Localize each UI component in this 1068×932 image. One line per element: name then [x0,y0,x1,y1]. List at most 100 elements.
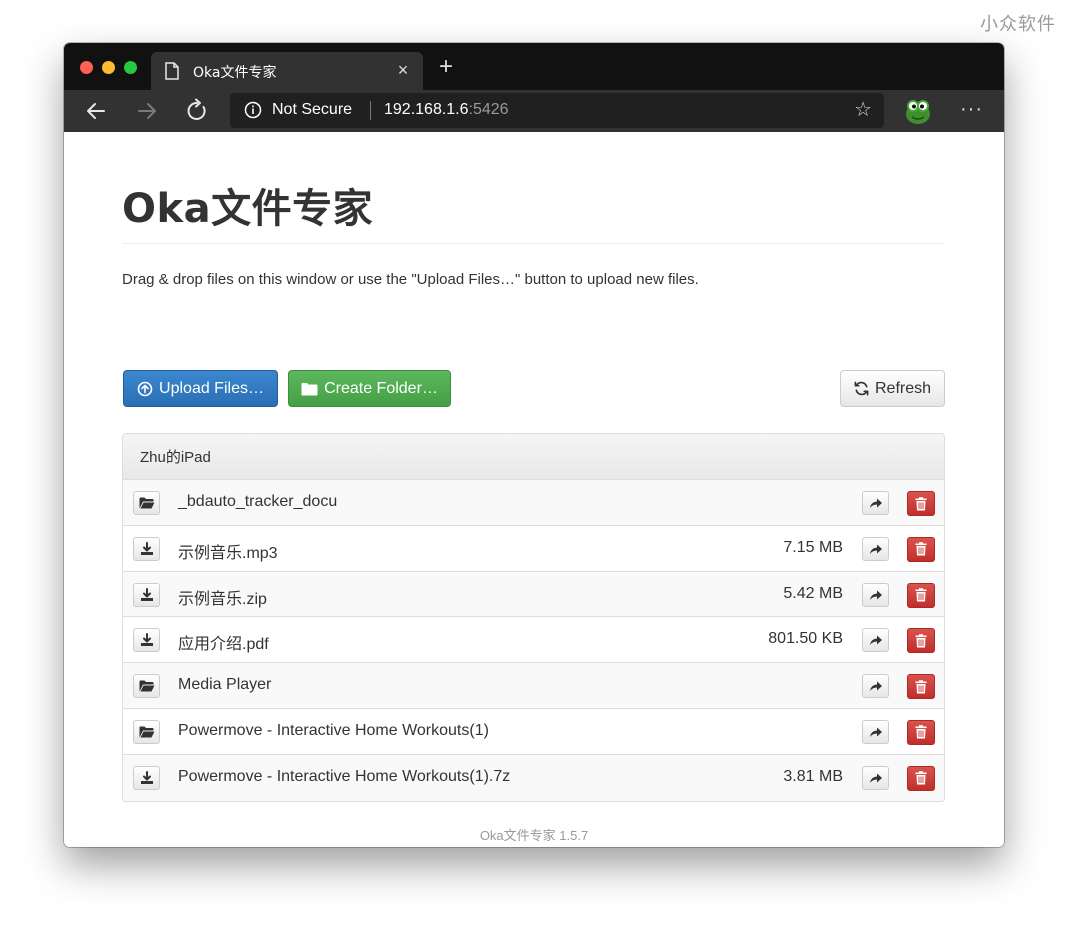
create-folder-label: Create Folder… [324,379,438,397]
download-icon [140,770,153,784]
browser-window: Oka文件专家 × + Not Secure 192.168.1.6:5426 … [64,43,1004,847]
instructions-text: Drag & drop files on this window or use … [122,271,699,288]
trash-icon [915,542,927,556]
delete-button[interactable] [907,582,935,608]
more-icon[interactable]: ··· [960,98,983,121]
share-arrow-icon [869,727,882,737]
refresh-label: Refresh [874,379,932,397]
upload-files-button[interactable]: Upload Files… [123,370,278,407]
download-button[interactable] [133,536,160,561]
file-name[interactable]: 示例音乐.zip [178,585,267,609]
tab-title: Oka文件专家 [193,65,277,81]
file-name[interactable]: Powermove - Interactive Home Workouts(1) [178,722,489,740]
download-icon [140,587,153,601]
url-port: :5426 [468,101,509,118]
security-label[interactable]: Not Secure [272,101,352,119]
url-text[interactable]: 192.168.1.6:5426 [384,101,509,119]
close-window-button[interactable] [80,61,93,74]
address-separator [370,101,371,120]
page-content: Oka文件专家 Drag & drop files on this window… [64,132,1004,847]
create-folder-button[interactable]: Create Folder… [288,370,451,407]
share-button[interactable] [862,765,889,790]
file-size: 3.81 MB [783,767,843,785]
share-button[interactable] [862,491,889,515]
file-row[interactable]: 示例音乐.mp3 7.15 MB [123,526,944,572]
version-footer: Oka文件专家 1.5.7 [479,828,589,843]
folder-open-icon [139,680,154,692]
url-host: 192.168.1.6 [384,101,469,118]
file-row[interactable]: _bdauto_tracker_docu [123,480,944,526]
tab-strip: Oka文件专家 × + [64,43,1004,90]
delete-button[interactable] [907,628,935,654]
file-row[interactable]: Media Player [123,663,944,709]
bookmark-star-icon[interactable]: ☆ [854,100,872,120]
delete-button[interactable] [907,719,935,745]
share-arrow-icon [869,590,882,600]
watermark: 小众软件 [980,14,1056,35]
page-title: Oka文件专家 [122,186,374,232]
open-folder-button[interactable] [133,719,160,744]
refresh-button[interactable]: Refresh [840,370,945,407]
file-name[interactable]: 应用介绍.pdf [178,630,269,654]
delete-button[interactable] [907,674,935,700]
trash-icon [915,588,927,602]
page-icon [165,62,179,80]
file-name[interactable]: 示例音乐.mp3 [178,539,278,563]
file-row[interactable]: 示例音乐.zip 5.42 MB [123,571,944,618]
share-arrow-icon [869,544,882,554]
title-divider [122,243,944,244]
minimize-window-button[interactable] [102,61,115,74]
browser-toolbar: Not Secure 192.168.1.6:5426 ☆ ··· [64,90,1004,132]
trash-icon [915,634,927,648]
file-size: 7.15 MB [783,538,843,556]
share-button[interactable] [862,719,889,744]
download-icon [140,633,153,647]
share-arrow-icon [869,498,882,508]
forward-arrow-icon[interactable] [134,98,160,124]
file-list: _bdauto_tracker_docu 示例音乐.mp3 7.15 MB 示例音乐.… [123,480,944,801]
trash-icon [915,725,927,739]
tab-close-icon[interactable]: × [393,60,413,80]
refresh-icon [854,381,869,396]
file-list-panel: Zhu的iPad _bdauto_tracker_docu 示例音乐.mp3 7.1… [122,433,945,802]
file-size: 801.50 KB [768,630,843,648]
file-size: 5.42 MB [783,584,843,602]
panel-heading: Zhu的iPad [123,434,944,480]
trash-icon [915,679,927,694]
file-row[interactable]: Powermove - Interactive Home Workouts(1)… [123,754,944,801]
file-name[interactable]: _bdauto_tracker_docu [178,493,337,511]
maximize-window-button[interactable] [124,61,137,74]
device-name: Zhu的iPad [140,449,211,466]
download-button[interactable] [133,765,160,790]
trash-icon [915,496,927,510]
download-button[interactable] [133,582,160,607]
download-button[interactable] [133,628,160,653]
share-button[interactable] [862,536,889,561]
info-icon[interactable] [244,101,262,119]
file-row[interactable]: 应用介绍.pdf 801.50 KB [123,617,944,664]
browser-tab[interactable]: Oka文件专家 × [151,52,423,90]
folder-open-icon [139,726,154,738]
share-button[interactable] [862,628,889,653]
share-arrow-icon [869,773,882,783]
file-name[interactable]: Powermove - Interactive Home Workouts(1)… [178,768,510,786]
open-folder-button[interactable] [133,674,160,699]
new-tab-icon[interactable]: + [434,55,458,79]
reload-icon[interactable] [184,98,210,124]
delete-button[interactable] [907,491,935,516]
address-bar[interactable]: Not Secure 192.168.1.6:5426 ☆ [230,93,884,128]
folder-icon [301,382,318,395]
share-button[interactable] [862,674,889,699]
download-icon [140,541,153,555]
delete-button[interactable] [907,765,935,791]
delete-button[interactable] [907,536,935,562]
upload-circle-icon [137,381,153,396]
share-arrow-icon [869,635,882,646]
share-button[interactable] [862,582,889,607]
extension-icon[interactable] [902,95,934,127]
file-name[interactable]: Media Player [178,676,271,694]
back-arrow-icon[interactable] [83,98,109,124]
file-row[interactable]: Powermove - Interactive Home Workouts(1) [123,709,944,755]
trash-icon [915,771,927,785]
open-folder-button[interactable] [133,491,160,515]
